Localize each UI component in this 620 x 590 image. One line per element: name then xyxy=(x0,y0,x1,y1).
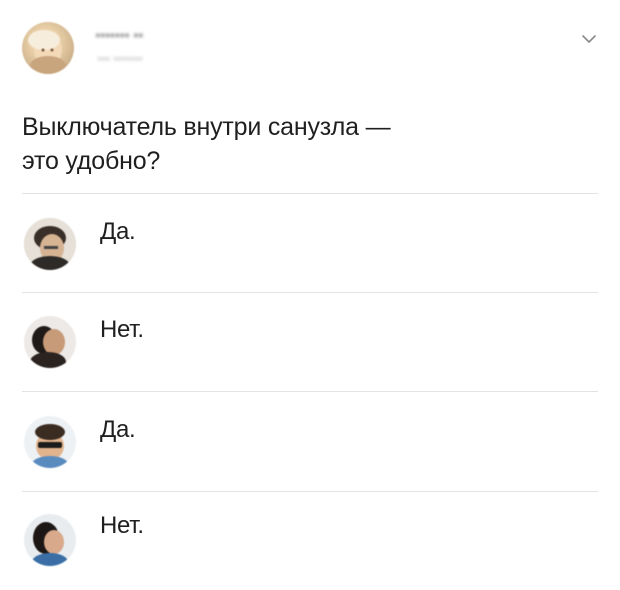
reply-item[interactable]: Да. xyxy=(0,392,620,490)
post-header: ••••••• •• ••• ••••••• xyxy=(0,0,620,90)
post-text-line-2: это удобно? xyxy=(22,147,161,175)
reply-text: Да. xyxy=(100,416,136,443)
author-avatar[interactable] xyxy=(22,22,74,74)
reply-text: Да. xyxy=(100,218,136,245)
post-text: Выключатель внутри санузла — это удобно? xyxy=(22,110,542,178)
reply-text: Нет. xyxy=(100,316,144,343)
post-text-line-1: Выключатель внутри санузла — xyxy=(22,113,391,141)
reply-item[interactable]: Нет. xyxy=(0,293,620,391)
reply-avatar[interactable] xyxy=(24,316,76,368)
author-meta: ••• ••••••• xyxy=(98,54,144,64)
reply-text: Нет. xyxy=(100,512,144,539)
reply-avatar[interactable] xyxy=(24,218,76,270)
reply-avatar[interactable] xyxy=(24,514,76,566)
reply-item[interactable]: Нет. xyxy=(0,492,620,590)
reply-avatar[interactable] xyxy=(24,416,76,468)
chevron-down-icon[interactable] xyxy=(578,28,600,50)
reply-item[interactable]: Да. xyxy=(0,194,620,292)
author-name[interactable]: ••••••• •• xyxy=(96,30,216,42)
